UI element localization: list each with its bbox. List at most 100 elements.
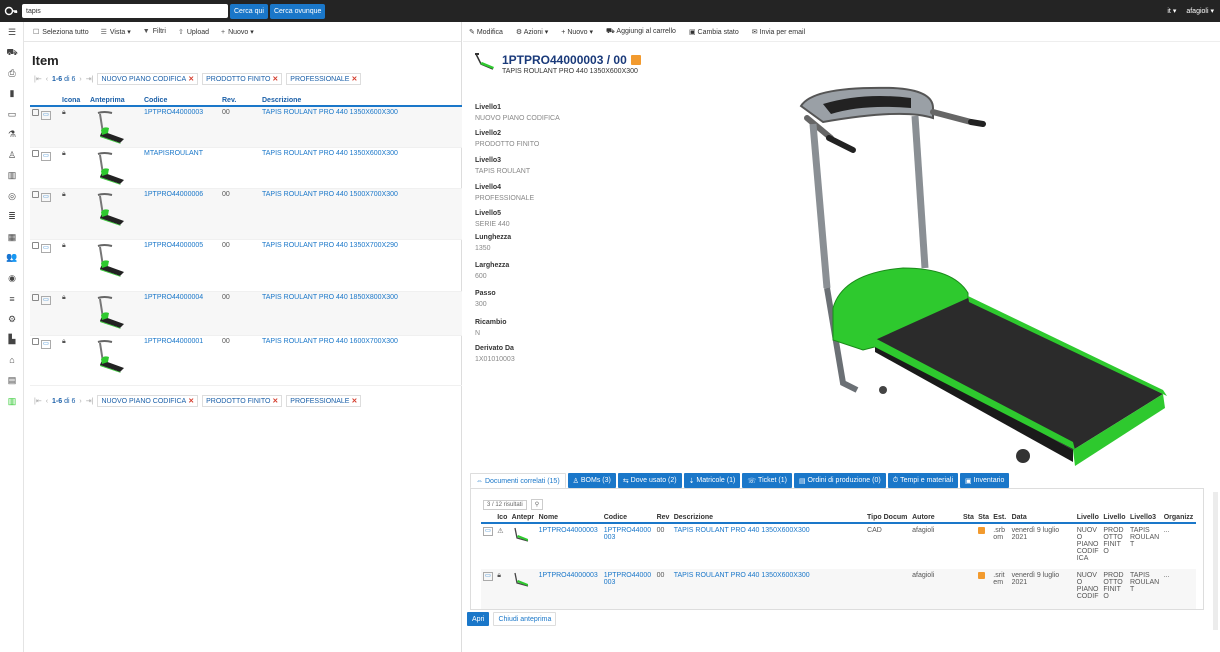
description-cell[interactable]: TAPIS ROULANT PRO 440 1850X800X300 [260, 291, 462, 336]
app-logo-icon[interactable] [2, 2, 20, 20]
description-cell[interactable]: TAPIS ROULANT PRO 440 1500X700X300 [260, 188, 462, 240]
doc-column-header[interactable]: Sta [976, 513, 992, 524]
doc-column-header[interactable]: Autore [910, 513, 961, 524]
doc-description-cell[interactable]: TAPIS ROULANT PRO 440 1350X600X300 [672, 569, 865, 609]
description-cell[interactable]: TAPIS ROULANT PRO 440 1350X600X300 [260, 148, 462, 189]
column-header-preview[interactable]: Anteprima [88, 95, 142, 107]
doc-column-header[interactable]: Tipo Docum [865, 513, 911, 524]
doc-column-header[interactable]: Livello [1074, 513, 1102, 524]
hierarchy-icon[interactable]: ♙ [0, 145, 24, 166]
search-here-button[interactable]: Cerca qui [230, 3, 268, 19]
factory-gear-icon[interactable]: ⚙ [0, 309, 24, 330]
prev-page-icon[interactable]: ‹ [46, 76, 48, 83]
menu-icon[interactable]: ☰ [0, 22, 24, 43]
doc-column-header[interactable]: Organizz [1161, 513, 1196, 524]
first-page-icon[interactable]: |⇤ [34, 75, 42, 83]
doc-column-header[interactable]: Livello3 [1128, 513, 1162, 524]
tab-dove-usato-2[interactable]: ⇆ Dove usato (2) [617, 473, 682, 488]
search-icon[interactable]: ⚲ [530, 499, 544, 510]
filters-button[interactable]: ▼ Filtri [143, 28, 166, 35]
code-cell[interactable]: 1PTPRO44000003 [142, 106, 220, 148]
upload-button[interactable]: ⇧ Upload [178, 28, 209, 36]
column-header-rev[interactable]: Rev. [220, 95, 260, 107]
row-checkbox[interactable] [32, 150, 39, 157]
list-icon[interactable]: ≣ [0, 207, 24, 228]
flask-icon[interactable]: ⚗ [0, 125, 24, 146]
column-header-description[interactable]: Descrizione [260, 95, 462, 107]
add-to-cart-button[interactable]: ⛟ Aggiungi al carrello [606, 27, 676, 36]
description-cell[interactable]: TAPIS ROULANT PRO 440 1350X700X290 [260, 240, 462, 292]
doc-code-cell[interactable]: 1PTPRO44000 003 [602, 523, 655, 569]
doc-column-header[interactable]: Codice [601, 513, 655, 524]
tab-ordini-di-produzione-0[interactable]: ▤ Ordini di produzione (0) [793, 473, 886, 488]
spreadsheet-icon[interactable]: ▥ [0, 391, 24, 412]
doc-column-header[interactable]: Livello [1101, 513, 1128, 524]
printer-icon[interactable]: ⎙ [0, 63, 24, 84]
document-row[interactable]: ▭ 🔒︎ 1PTPRO44000003 1PTPRO44000 003 00 T… [481, 569, 1196, 609]
table-row[interactable]: ▭ 🔒︎ 1PTPRO44000003 00 TAPIS ROULANT PRO… [30, 106, 462, 148]
factory-icon[interactable]: ▙ [0, 330, 24, 351]
remove-chip-icon[interactable]: ✕ [351, 398, 357, 405]
new-button[interactable]: + Nuovo ▾ [221, 28, 254, 36]
prev-page-icon[interactable]: ‹ [46, 398, 48, 405]
code-cell[interactable]: 1PTPRO44000005 [142, 240, 220, 292]
table-row[interactable]: ▭ 🔒︎ 1PTPRO44000006 00 TAPIS ROULANT PRO… [30, 188, 462, 240]
remove-chip-icon[interactable]: ✕ [188, 76, 194, 83]
doc-description-cell[interactable]: TAPIS ROULANT PRO 440 1350X600X300 [672, 523, 865, 569]
open-button[interactable]: Apri [467, 612, 490, 626]
remove-chip-icon[interactable]: ✕ [188, 398, 194, 405]
remove-chip-icon[interactable]: ✕ [272, 398, 278, 405]
doc-column-header[interactable]: Rev [654, 513, 672, 524]
change-state-button[interactable]: ▣ Cambia stato [689, 28, 739, 36]
tab-tempi-e-materiali[interactable]: ⏱ Tempi e materiali [887, 473, 959, 488]
tab-matricole-1[interactable]: ⇣ Matricole (1) [683, 473, 741, 488]
doc-column-header[interactable]: Est. [991, 513, 1010, 524]
select-all-button[interactable]: ☐ Seleziona tutto [33, 28, 89, 36]
actions-button[interactable]: ⚙ Azioni ▾ [516, 28, 548, 36]
row-checkbox[interactable] [32, 242, 39, 249]
code-cell[interactable]: 1PTPRO44000001 [142, 336, 220, 386]
tab-boms-3[interactable]: ♙ BOMs (3) [567, 473, 616, 488]
last-page-icon[interactable]: ⇥| [86, 75, 94, 83]
code-cell[interactable]: MTAPISROULANT [142, 148, 220, 189]
cart-icon[interactable]: ⛟ [0, 43, 24, 64]
table-row[interactable]: ▭ 🔒︎ MTAPISROULANT TAPIS ROULANT PRO 440… [30, 148, 462, 189]
doc-name-cell[interactable]: 1PTPRO44000003 [537, 569, 602, 609]
tab-documenti-correlati-15[interactable]: ⇔ Documenti correlati (15) [470, 473, 566, 488]
preview-icon[interactable]: ▭ [40, 296, 51, 305]
table-row[interactable]: ▭ 🔒︎ 1PTPRO44000004 00 TAPIS ROULANT PRO… [30, 291, 462, 336]
list-settings-icon[interactable]: ≡ [0, 289, 24, 310]
table-row[interactable]: ▭ 🔒︎ 1PTPRO44000005 00 TAPIS ROULANT PRO… [30, 240, 462, 292]
preview-icon[interactable]: ▭ [40, 244, 51, 253]
table-row[interactable]: ▭ 🔒︎ 1PTPRO44000001 00 TAPIS ROULANT PRO… [30, 336, 462, 386]
treadmill-3d-preview[interactable] [783, 78, 1173, 468]
code-cell[interactable]: 1PTPRO44000006 [142, 188, 220, 240]
code-cell[interactable]: 1PTPRO44000004 [142, 291, 220, 336]
row-checkbox[interactable] [32, 294, 39, 301]
search-everywhere-button[interactable]: Cerca ovunque [269, 3, 326, 19]
doc-column-header[interactable]: Sta [960, 513, 977, 524]
headset-icon[interactable]: ◎ [0, 186, 24, 207]
column-header-icon[interactable]: Icona [60, 95, 88, 107]
next-page-icon[interactable]: › [79, 76, 81, 83]
filter-chip[interactable]: PROFESSIONALE ✕ [286, 73, 362, 85]
doc-column-header[interactable]: Nome [536, 513, 602, 524]
doc-column-header[interactable]: Ico [495, 513, 510, 524]
column-header-code[interactable]: Codice [142, 95, 220, 107]
folder-icon[interactable]: ▭ [0, 104, 24, 125]
first-page-icon[interactable]: |⇤ [34, 397, 42, 405]
search-input[interactable] [22, 4, 228, 18]
globe-icon[interactable]: ◉ [0, 268, 24, 289]
preview-icon[interactable]: ▭ [40, 111, 51, 120]
description-cell[interactable]: TAPIS ROULANT PRO 440 1350X600X300 [260, 106, 462, 148]
row-checkbox[interactable] [32, 109, 39, 116]
filter-chip[interactable]: NUOVO PIANO CODIFICA ✕ [97, 395, 199, 407]
next-page-icon[interactable]: › [79, 398, 81, 405]
new-item-button[interactable]: + Nuovo ▾ [561, 28, 593, 36]
remove-chip-icon[interactable]: ✕ [351, 76, 357, 83]
bookmark-icon[interactable]: ▮ [0, 84, 24, 105]
filter-chip[interactable]: NUOVO PIANO CODIFICA ✕ [97, 73, 199, 85]
documents-scrollbar[interactable] [1213, 492, 1218, 630]
preview-icon[interactable]: ▭ [483, 527, 493, 536]
doc-column-header[interactable]: Descrizione [671, 513, 866, 524]
